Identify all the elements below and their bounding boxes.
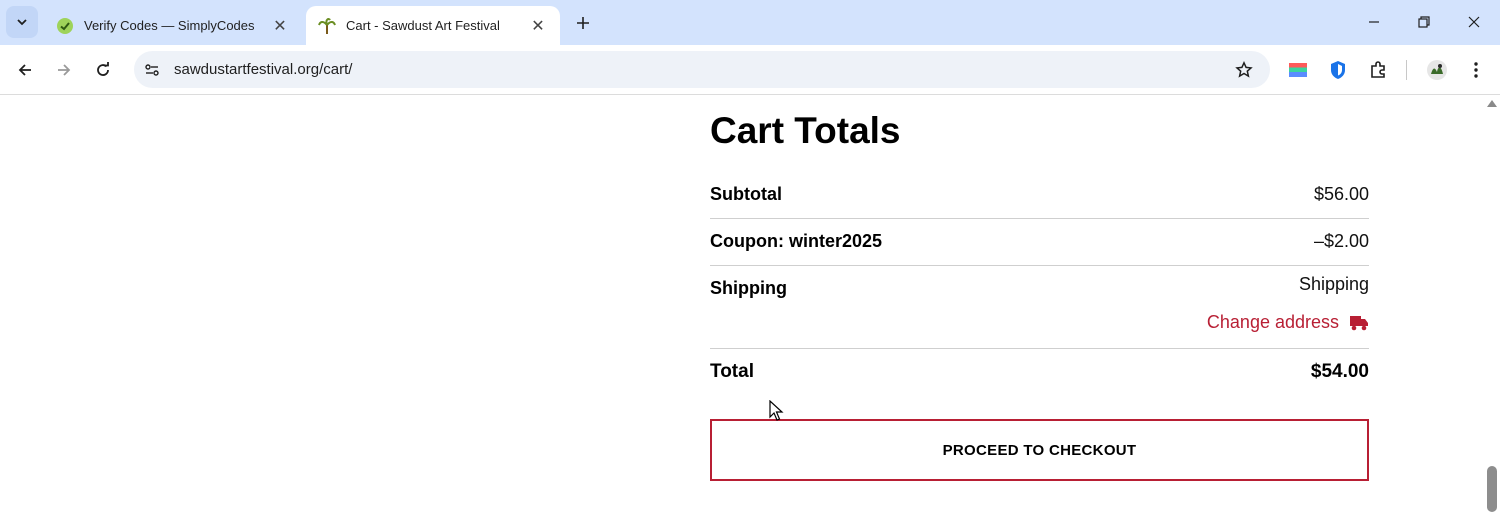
minimize-button[interactable] <box>1359 8 1389 36</box>
scroll-thumb[interactable] <box>1487 466 1497 512</box>
total-value: $54.00 <box>1310 361 1369 382</box>
tab-title: Cart - Sawdust Art Festival <box>346 18 500 33</box>
row-divider <box>710 265 1369 266</box>
shipping-value: Shipping <box>1298 274 1369 294</box>
browser-toolbar: sawdustartfestival.org/cart/ <box>0 45 1500 95</box>
plus-icon <box>577 17 589 29</box>
close-tab-icon[interactable]: ✕ <box>528 16 548 36</box>
back-button[interactable] <box>9 54 41 86</box>
row-divider <box>710 218 1369 219</box>
page-scrollbar[interactable] <box>1484 96 1500 512</box>
site-info-icon[interactable] <box>136 54 168 86</box>
restore-icon <box>1418 16 1430 28</box>
change-address-label: Change address <box>1206 312 1339 332</box>
scroll-up-arrow-icon[interactable] <box>1487 100 1497 107</box>
change-address-link[interactable]: Change address <box>1207 312 1369 333</box>
close-icon <box>1468 16 1480 28</box>
toolbar-divider <box>1406 60 1407 80</box>
bookmark-star-icon[interactable] <box>1228 54 1260 86</box>
coupon-discount-value: –$2.00 <box>1313 231 1369 251</box>
mouse-cursor-icon <box>769 400 784 421</box>
reload-icon <box>97 62 109 76</box>
arrow-left-icon <box>18 64 31 76</box>
subtotal-value: $56.00 <box>1313 184 1369 204</box>
new-tab-button[interactable] <box>570 10 596 36</box>
subtotal-label: Subtotal <box>710 184 782 204</box>
minimize-icon <box>1369 21 1379 23</box>
shipping-label: Shipping <box>710 278 787 298</box>
kebab-menu-icon <box>1474 62 1478 78</box>
browser-menu-button[interactable] <box>1460 54 1492 86</box>
profile-avatar[interactable] <box>1421 54 1453 86</box>
simplycodes-favicon-icon <box>56 17 74 35</box>
truck-icon <box>1349 314 1369 332</box>
close-window-button[interactable] <box>1459 8 1489 36</box>
row-divider <box>710 348 1369 349</box>
page-content: Cart Totals Subtotal $56.00 Coupon: wint… <box>0 96 1484 512</box>
extensions-puzzle-icon[interactable] <box>1362 54 1394 86</box>
address-bar[interactable]: sawdustartfestival.org/cart/ <box>134 51 1270 88</box>
url-text[interactable]: sawdustartfestival.org/cart/ <box>174 61 1228 78</box>
sawdust-palm-favicon-icon <box>318 17 336 35</box>
reload-button[interactable] <box>87 54 119 86</box>
tab-simplycodes[interactable]: Verify Codes — SimplyCodes ✕ <box>44 6 302 45</box>
arrow-right-icon <box>58 64 71 76</box>
restore-button[interactable] <box>1409 8 1439 36</box>
coupon-label: Coupon: winter2025 <box>710 231 883 251</box>
tab-sawdust-cart[interactable]: Cart - Sawdust Art Festival ✕ <box>306 6 560 45</box>
color-extension-icon[interactable] <box>1282 54 1314 86</box>
close-tab-icon[interactable]: ✕ <box>270 16 290 36</box>
shield-extension-icon[interactable] <box>1322 54 1354 86</box>
forward-button[interactable] <box>48 54 80 86</box>
cart-totals-heading: Cart Totals <box>710 110 901 151</box>
tab-search-button[interactable] <box>6 6 38 38</box>
tab-title: Verify Codes — SimplyCodes <box>84 18 255 33</box>
chevron-down-icon <box>17 19 27 26</box>
proceed-to-checkout-button[interactable]: PROCEED TO CHECKOUT <box>710 419 1369 481</box>
tab-strip: Verify Codes — SimplyCodes ✕ Cart - Sawd… <box>0 0 1500 45</box>
total-label: Total <box>710 361 754 382</box>
